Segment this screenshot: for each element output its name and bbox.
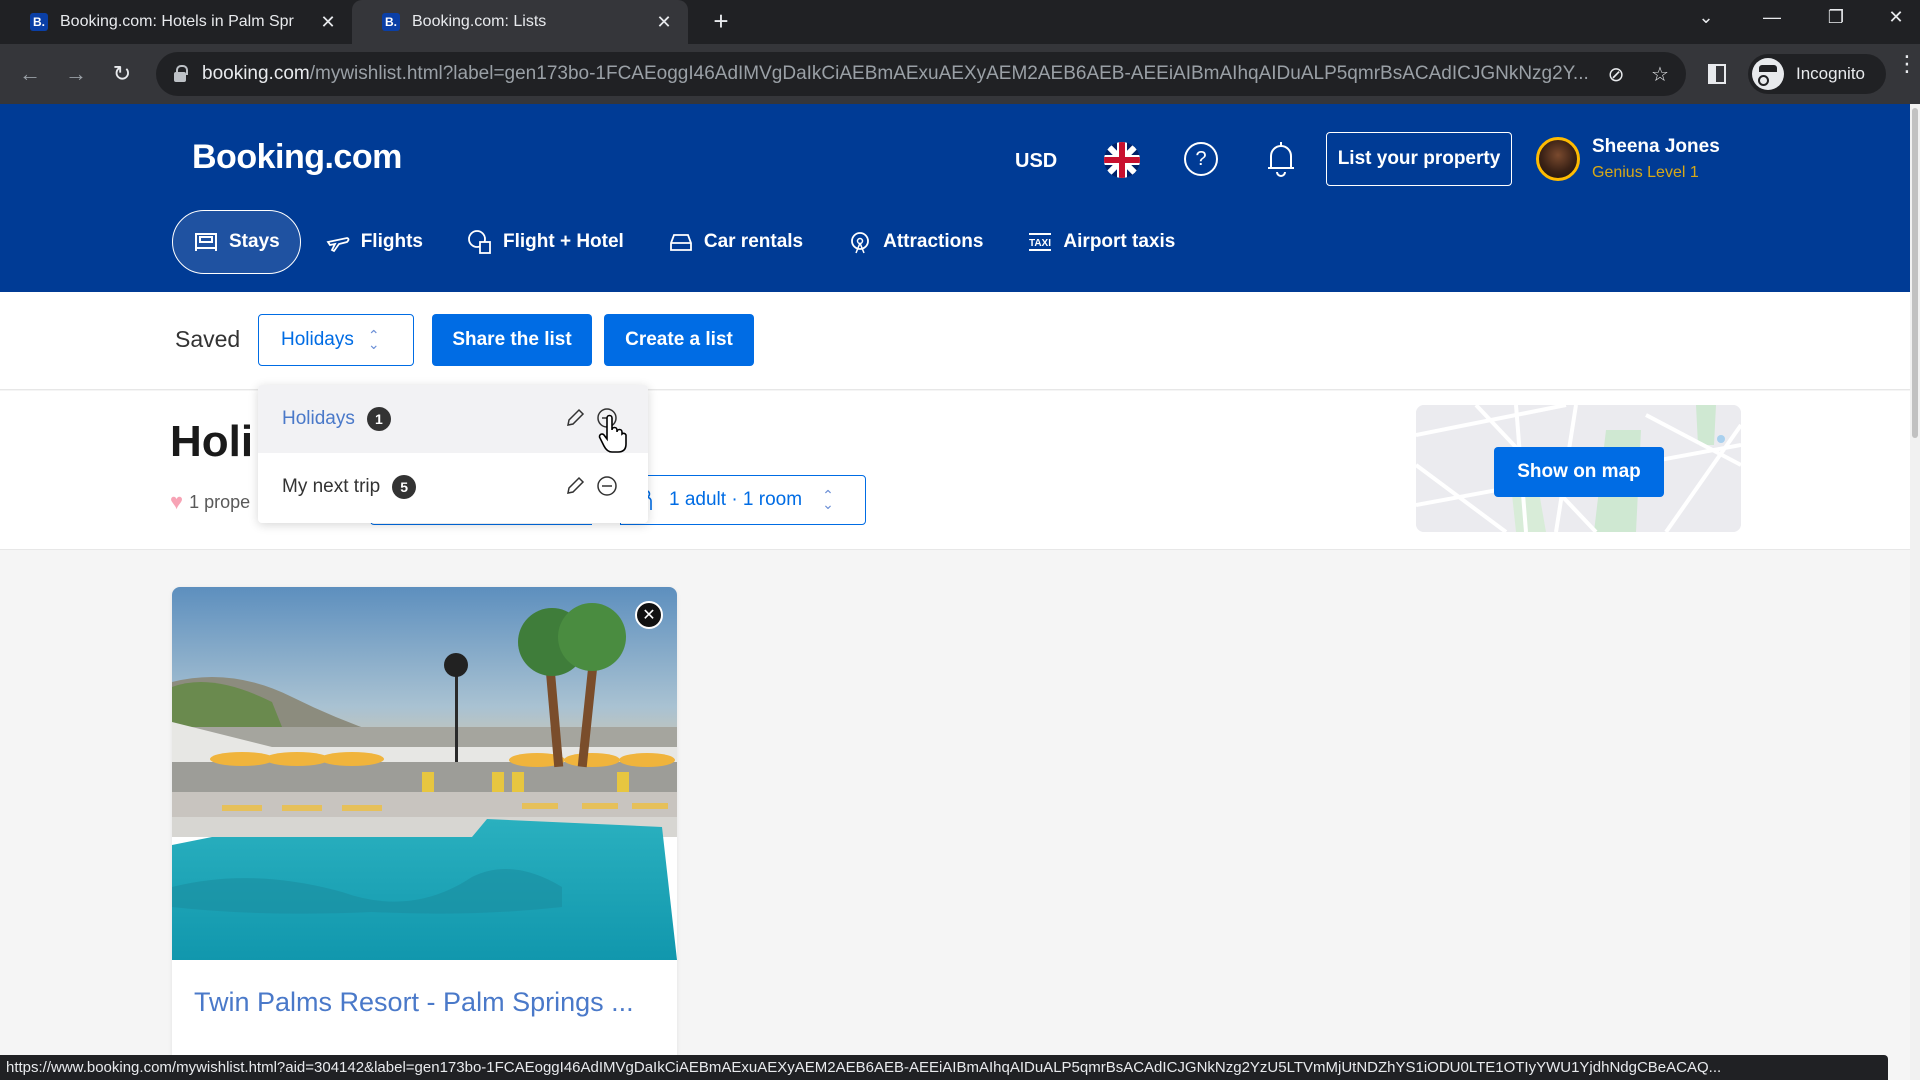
user-name[interactable]: Sheena Jones bbox=[1592, 136, 1720, 158]
nav-label: Stays bbox=[229, 231, 280, 252]
browser-tab-active[interactable]: B. Booking.com: Lists ✕ bbox=[352, 0, 688, 44]
scrollbar-thumb[interactable] bbox=[1912, 108, 1918, 438]
incognito-icon bbox=[1752, 58, 1784, 90]
attractions-icon bbox=[851, 232, 870, 254]
browser-menu-icon[interactable]: ⋮ bbox=[1896, 53, 1918, 75]
new-tab-button[interactable]: + bbox=[706, 6, 736, 36]
flight-hotel-icon bbox=[468, 230, 491, 254]
lists-dropdown: Holidays 1 My next trip 5 bbox=[258, 385, 648, 523]
list-your-property-button[interactable]: List your property bbox=[1326, 132, 1512, 186]
nav-label: Attractions bbox=[883, 231, 984, 252]
saved-label: Saved bbox=[175, 326, 241, 352]
edit-pencil-icon[interactable] bbox=[564, 475, 586, 497]
booking-logo[interactable]: Booking.com bbox=[192, 138, 402, 177]
nav-label: Car rentals bbox=[703, 231, 804, 252]
nav-item-airport-taxis[interactable]: TAXI Airport taxis bbox=[1007, 210, 1195, 274]
incognito-label: Incognito bbox=[1796, 64, 1865, 83]
nav-label: Flights bbox=[360, 231, 423, 252]
notifications-bell-icon[interactable] bbox=[1264, 140, 1298, 178]
list-option-holidays[interactable]: Holidays 1 bbox=[258, 385, 648, 453]
restore-icon[interactable]: ❐ bbox=[1806, 0, 1866, 34]
selected-list-name: Holidays bbox=[281, 329, 354, 350]
booking-favicon-icon: B. bbox=[30, 13, 48, 31]
list-option-name: Holidays bbox=[282, 408, 355, 429]
tab-title: Booking.com: Lists bbox=[412, 13, 547, 30]
property-card[interactable]: ✕ Twin Palms Resort - Palm Springs ... bbox=[172, 587, 677, 1067]
page-scrollbar[interactable] bbox=[1910, 104, 1920, 1080]
page-title: Holi bbox=[170, 417, 254, 466]
currency-selector[interactable]: USD bbox=[1015, 150, 1057, 173]
product-nav: Stays Flights Flight + Hotel Car rentals… bbox=[172, 210, 1199, 274]
list-count-badge: 5 bbox=[392, 475, 417, 499]
avatar[interactable] bbox=[1536, 137, 1580, 181]
property-count: ♥ 1 prope bbox=[170, 489, 251, 514]
edit-pencil-icon[interactable] bbox=[564, 407, 586, 429]
property-name-link[interactable]: Twin Palms Resort - Palm Springs ... bbox=[194, 987, 634, 1018]
nav-item-stays[interactable]: Stays bbox=[172, 210, 301, 274]
url-text: booking.com/mywishlist.html?label=gen173… bbox=[202, 63, 1589, 84]
link-status-bar: https://www.booking.com/mywishlist.html?… bbox=[0, 1055, 1888, 1080]
remove-list-icon[interactable] bbox=[596, 475, 618, 497]
incognito-indicator[interactable]: Incognito bbox=[1748, 54, 1886, 94]
nav-item-car-rentals[interactable]: Car rentals bbox=[648, 210, 823, 274]
back-icon[interactable]: ← bbox=[14, 58, 46, 90]
side-panel-icon[interactable] bbox=[1708, 64, 1726, 84]
close-icon: ✕ bbox=[642, 607, 656, 624]
eye-off-icon[interactable]: ⊘ bbox=[1604, 62, 1628, 86]
list-count-badge: 1 bbox=[366, 407, 391, 431]
tab-close-icon[interactable]: ✕ bbox=[318, 12, 338, 33]
genius-level: Genius Level 1 bbox=[1592, 164, 1699, 181]
chevron-up-down-icon: ⌃ ⌄ bbox=[367, 327, 380, 352]
list-selector[interactable]: Holidays ⌃ ⌄ bbox=[258, 314, 414, 366]
remove-from-list-button[interactable]: ✕ bbox=[635, 601, 663, 629]
help-icon[interactable]: ? bbox=[1184, 142, 1218, 176]
nav-label: Flight + Hotel bbox=[502, 231, 624, 252]
browser-toolbar: ← → ↻ booking.com/mywishlist.html?label=… bbox=[0, 44, 1920, 104]
minimize-icon[interactable]: — bbox=[1742, 0, 1802, 34]
map-preview[interactable]: Show on map bbox=[1416, 405, 1741, 532]
nav-item-flights[interactable]: Flights bbox=[305, 210, 443, 274]
nav-label: Airport taxis bbox=[1063, 231, 1176, 252]
list-option-my-next-trip[interactable]: My next trip 5 bbox=[258, 453, 648, 521]
nav-item-flight-hotel[interactable]: Flight + Hotel bbox=[447, 210, 644, 274]
forward-icon[interactable]: → bbox=[60, 58, 92, 90]
browser-tab[interactable]: B. Booking.com: Hotels in Palm Spr ✕ bbox=[0, 0, 352, 44]
tab-title: Booking.com: Hotels in Palm Spr bbox=[60, 13, 294, 30]
car-icon bbox=[669, 234, 692, 251]
create-list-button[interactable]: Create a list bbox=[604, 314, 754, 366]
list-option-name: My next trip bbox=[282, 476, 381, 497]
taxi-icon: TAXI bbox=[1029, 233, 1052, 251]
guests-label: 1 adult · 1 room bbox=[669, 489, 803, 510]
saved-toolbar: Saved Holidays ⌃ ⌄ Share the list Create … bbox=[0, 292, 1910, 390]
address-bar[interactable]: booking.com/mywishlist.html?label=gen173… bbox=[156, 52, 1686, 96]
tab-search-chevron-icon[interactable]: ⌄ bbox=[1676, 0, 1736, 34]
bed-icon bbox=[195, 233, 217, 251]
guests-selector[interactable]: 1 adult · 1 room ⌃ ⌄ bbox=[620, 475, 866, 525]
heart-icon: ♥ bbox=[170, 489, 184, 514]
bookmark-star-icon[interactable]: ☆ bbox=[1648, 62, 1672, 86]
lock-icon bbox=[174, 64, 188, 82]
chevron-up-down-icon: ⌃ ⌄ bbox=[822, 487, 834, 512]
site-header: Booking.com USD ? List your property She… bbox=[0, 104, 1910, 292]
plane-icon bbox=[326, 237, 350, 253]
hand-cursor-icon bbox=[598, 414, 627, 453]
browser-tab-bar: B. Booking.com: Hotels in Palm Spr ✕ B. … bbox=[0, 0, 1920, 44]
share-list-button[interactable]: Share the list bbox=[432, 314, 592, 366]
property-photo[interactable] bbox=[172, 587, 677, 960]
svg-text:TAXI: TAXI bbox=[1029, 238, 1051, 249]
reload-icon[interactable]: ↻ bbox=[106, 58, 138, 90]
nav-item-attractions[interactable]: Attractions bbox=[827, 210, 1003, 274]
uk-flag-icon[interactable] bbox=[1104, 142, 1140, 178]
window-close-icon[interactable]: ✕ bbox=[1866, 0, 1920, 34]
booking-favicon-icon: B. bbox=[382, 13, 400, 31]
show-on-map-button[interactable]: Show on map bbox=[1494, 447, 1664, 497]
tab-close-icon[interactable]: ✕ bbox=[654, 12, 674, 33]
